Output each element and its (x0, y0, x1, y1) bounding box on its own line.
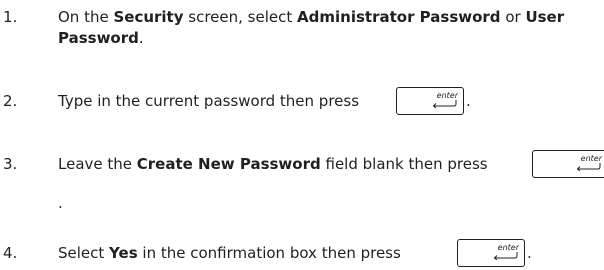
step-number: 4. (3, 244, 18, 262)
step-text: Password. (58, 27, 144, 49)
step-text-part: . (138, 29, 144, 47)
enter-key: enter (457, 239, 525, 267)
enter-key: enter (396, 87, 464, 115)
step-number: 1. (3, 8, 18, 26)
step-text: On the Security screen, select Administr… (58, 6, 564, 28)
step-number: 2. (3, 92, 18, 110)
step-text-part: screen, select (183, 8, 298, 26)
step-text: Select Yes in the confirmation box then … (58, 242, 401, 264)
step-end-period: . (58, 194, 63, 212)
step-text-part: field blank then press (320, 155, 488, 173)
enter-key-label: enter (436, 91, 458, 100)
step-text: Type in the current password then press (58, 92, 360, 110)
enter-arrow-icon (493, 252, 518, 260)
enter-key-label: enter (497, 243, 519, 252)
enter-key-label: enter (580, 154, 602, 163)
create-new-password-field-name: Create New Password (136, 155, 321, 173)
security-screen-name: Security (113, 8, 184, 26)
step-text-part: Leave the (58, 155, 137, 173)
step-text: Leave the Create New Password field blan… (58, 153, 488, 175)
step-number: 3. (3, 155, 18, 173)
enter-key: enter (532, 150, 604, 178)
step-text-part: On the (58, 8, 114, 26)
step-text-part: or (500, 8, 526, 26)
user-password-option-part: User (525, 8, 565, 26)
step-text-part: Select (58, 244, 110, 262)
yes-option: Yes (109, 244, 138, 262)
administrator-password-option: Administrator Password (297, 8, 501, 26)
enter-arrow-icon (576, 163, 601, 171)
step-end-period: . (466, 92, 471, 110)
step-end-period: . (527, 244, 532, 262)
user-password-option-part: Password (58, 29, 139, 47)
enter-arrow-icon (432, 100, 457, 108)
step-text-part: in the confirmation box then press (137, 244, 401, 262)
